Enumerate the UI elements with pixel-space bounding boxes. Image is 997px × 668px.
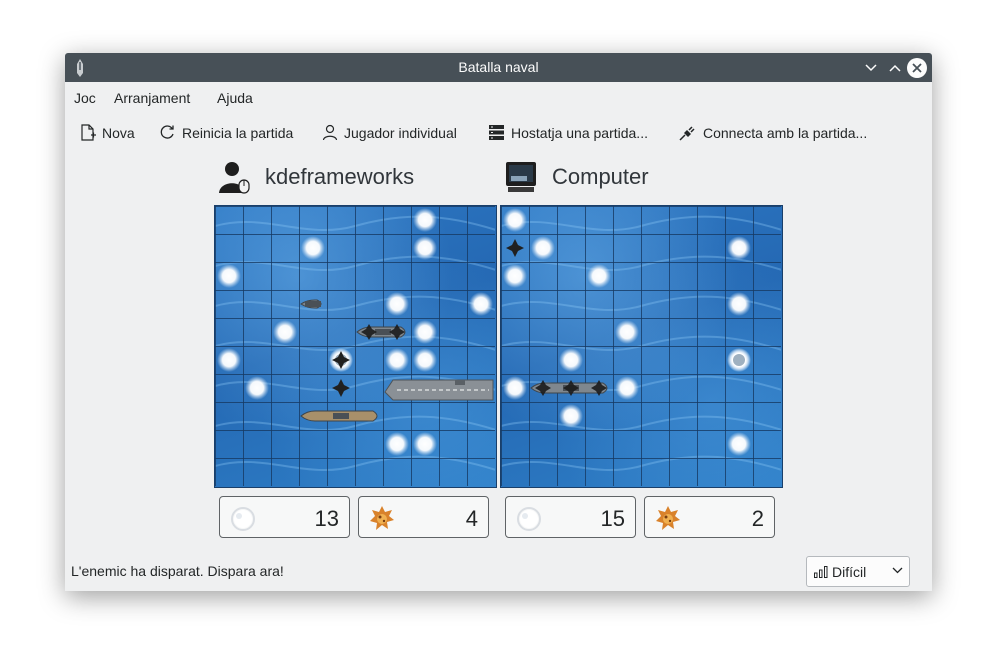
toolbar: Nova Reinicia la partida Jugador individ… (65, 116, 932, 150)
menu-arranjament[interactable]: Arranjament (114, 90, 190, 106)
status-message: L'enemic ha disparat. Dispara ara! (71, 563, 284, 579)
window-title: Batalla naval (458, 59, 539, 75)
ship (300, 299, 322, 309)
player-left-header: kdeframeworks (217, 160, 414, 194)
plug-connect-icon (679, 126, 695, 141)
player-left-name: kdeframeworks (265, 164, 415, 189)
right-misses-counter: 15 (505, 496, 636, 538)
right-misses-value: 15 (600, 506, 625, 531)
player-board[interactable] (214, 205, 497, 488)
miss-splash (301, 236, 325, 260)
miss-splash (245, 376, 269, 400)
miss-splash (587, 264, 611, 288)
new-document-icon (81, 124, 96, 141)
miss-splash (469, 292, 493, 316)
explosion-icon (656, 506, 680, 530)
miss-splash (503, 264, 527, 288)
user-icon (322, 124, 338, 141)
enemy-board[interactable] (500, 205, 783, 488)
player-right-name: Computer (552, 164, 649, 189)
difficulty-value: Difícil (832, 564, 867, 580)
ship (384, 379, 494, 401)
left-misses-counter: 13 (219, 496, 350, 538)
new-game-button[interactable]: Nova (80, 124, 135, 141)
miss-splash (503, 208, 527, 232)
miss-splash (503, 376, 527, 400)
menu-bar: Joc Arranjament Ajuda (65, 82, 932, 112)
miss-splash (615, 376, 639, 400)
host-game-label: Hostatja una partida... (511, 124, 648, 141)
difficulty-bars-icon (814, 566, 828, 578)
miss-splash (273, 320, 297, 344)
miss-splash (385, 292, 409, 316)
main-window: Batalla naval Joc Arranjament Ajuda Nova… (65, 53, 932, 591)
maximize-button[interactable] (884, 57, 905, 78)
chevron-down-icon (864, 63, 877, 71)
miss-splash (727, 292, 751, 316)
miss-splash (559, 404, 583, 428)
miss-splash (413, 348, 437, 372)
close-icon (912, 63, 922, 73)
splash-icon (517, 507, 541, 531)
miss-splash (615, 320, 639, 344)
left-hits-value: 4 (465, 506, 478, 531)
server-icon (489, 125, 504, 140)
human-player-icon (219, 162, 250, 194)
computer-player-icon (506, 162, 536, 192)
difficulty-select[interactable]: Difícil (806, 556, 910, 587)
miss-splash (413, 320, 437, 344)
explosion-icon (370, 506, 394, 530)
connect-game-button[interactable]: Connecta amb la partida... (679, 124, 867, 141)
miss-splash (217, 264, 241, 288)
right-hits-value: 2 (751, 506, 764, 531)
miss-splash (385, 348, 409, 372)
miss-splash (727, 432, 751, 456)
splash-icon (231, 507, 255, 531)
restart-label: Reinicia la partida (182, 124, 294, 141)
left-misses-value: 13 (314, 506, 339, 531)
miss-splash (413, 432, 437, 456)
hit-mark (563, 380, 579, 396)
close-button[interactable] (907, 58, 927, 78)
title-bar: Batalla naval (65, 53, 932, 82)
chevron-up-icon (888, 64, 901, 72)
refresh-icon (160, 125, 174, 139)
miss-splash (385, 432, 409, 456)
miss-splash (413, 208, 437, 232)
single-player-label: Jugador individual (344, 124, 457, 141)
miss-splash (531, 236, 555, 260)
active-splash-core (733, 354, 745, 366)
ship (300, 410, 378, 422)
menu-joc[interactable]: Joc (74, 90, 96, 106)
menu-ajuda[interactable]: Ajuda (217, 90, 253, 106)
hit-mark (591, 380, 607, 396)
hit-burn (332, 379, 350, 397)
host-game-button[interactable]: Hostatja una partida... (488, 124, 648, 141)
restart-button[interactable]: Reinicia la partida (159, 124, 293, 141)
new-game-label: Nova (102, 124, 135, 141)
miss-splash (217, 348, 241, 372)
chevron-down-icon (892, 567, 903, 574)
player-right-header: Computer (504, 160, 649, 194)
minimize-button[interactable] (860, 57, 881, 78)
hit-burn (506, 239, 524, 257)
right-hits-counter: 2 (644, 496, 775, 538)
single-player-button[interactable]: Jugador individual (322, 124, 457, 141)
miss-splash (413, 236, 437, 260)
miss-splash (559, 348, 583, 372)
connect-game-label: Connecta amb la partida... (703, 124, 868, 141)
hit-mark (361, 324, 377, 340)
miss-splash (727, 236, 751, 260)
left-hits-counter: 4 (358, 496, 489, 538)
